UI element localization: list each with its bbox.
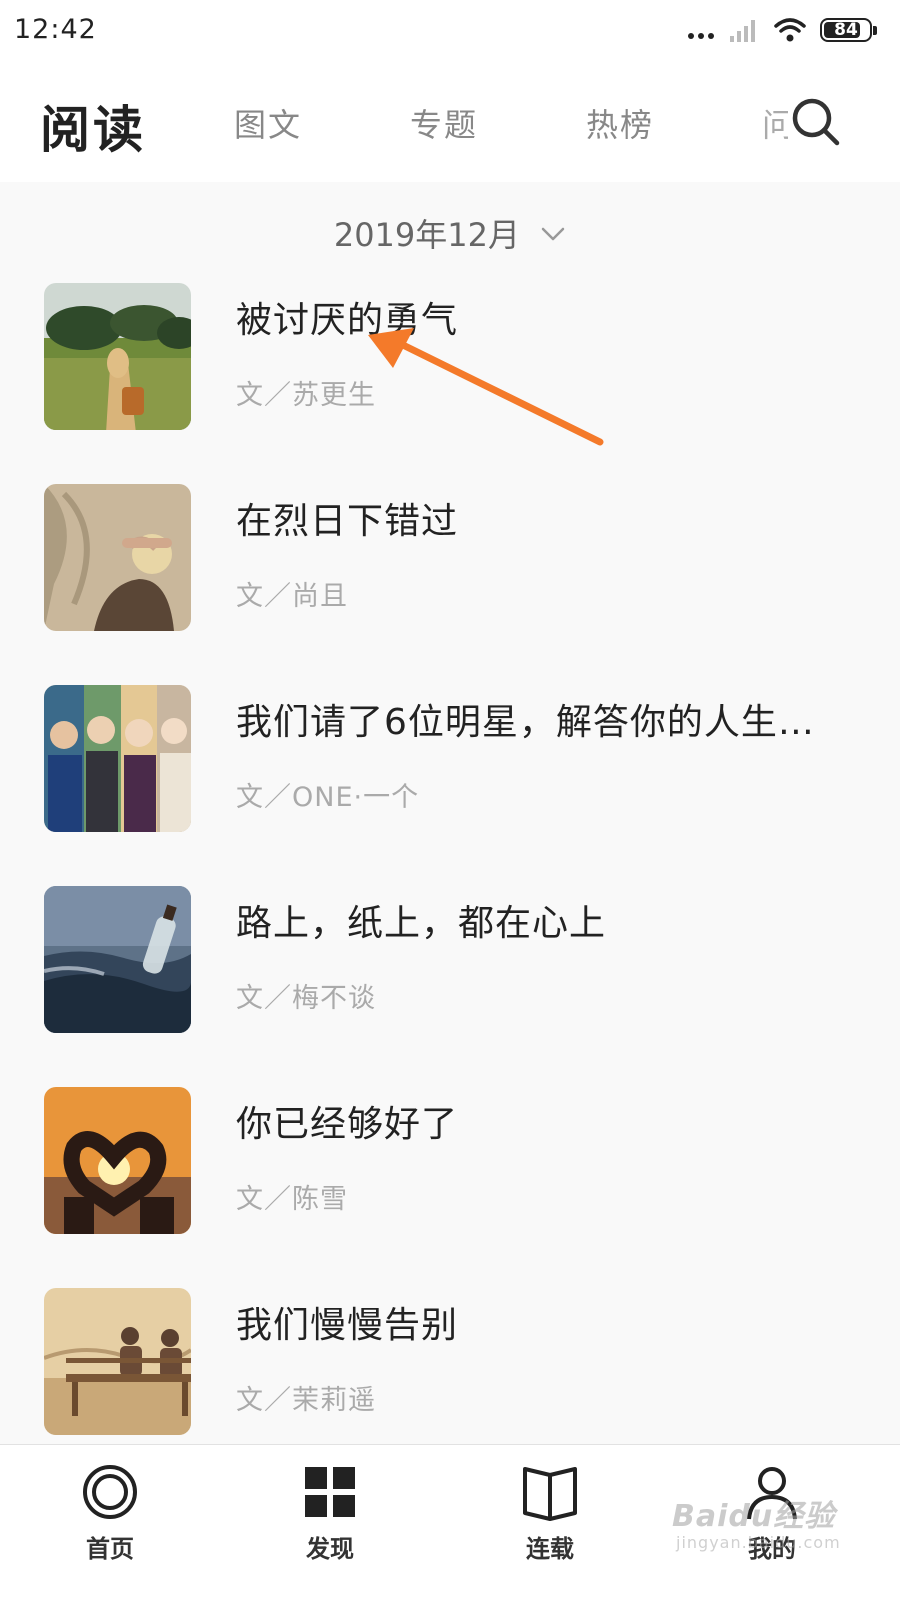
article-thumbnail: [44, 1288, 191, 1435]
article-title: 我们慢慢告别: [236, 1305, 459, 1346]
article-thumbnail: [44, 283, 191, 430]
tab-rebang[interactable]: 热榜: [586, 100, 654, 146]
nav-label: 首页: [86, 1535, 134, 1563]
page-title: 阅读: [40, 101, 146, 159]
article-author: 文／陈雪: [236, 1184, 348, 1215]
status-bar: 12:42 84: [0, 0, 900, 62]
article-title: 在烈日下错过: [236, 501, 459, 542]
article-author: 文／梅不谈: [236, 983, 376, 1014]
list-item[interactable]: 在烈日下错过 文／尚且: [0, 484, 900, 634]
home-icon: [83, 1465, 137, 1519]
article-title: 我们请了6位明星，解答你的人生…: [236, 702, 815, 743]
search-button[interactable]: [790, 96, 842, 148]
nav-home[interactable]: 首页: [50, 1463, 170, 1564]
nav-serial[interactable]: 连载: [490, 1463, 610, 1564]
article-thumbnail: [44, 886, 191, 1033]
bottom-nav: 首页 发现 连载 我的 Baidu经验 jingyan.baidu.com: [0, 1444, 900, 1600]
grid-icon: [305, 1467, 355, 1517]
article-author: 文／ONE·一个: [236, 782, 420, 813]
book-icon: [523, 1467, 577, 1521]
watermark-sub: jingyan.baidu.com: [676, 1533, 841, 1552]
article-thumbnail: [44, 484, 191, 631]
header: 阅读 图文 专题 热榜 问: [0, 62, 900, 182]
article-title: 你已经够好了: [236, 1104, 459, 1145]
battery-level: 84: [834, 20, 858, 40]
tab-zhuanti[interactable]: 专题: [410, 100, 478, 146]
status-icons: 84: [688, 14, 877, 46]
tab-wen[interactable]: 问: [762, 100, 788, 146]
watermark: Baidu经验: [672, 1499, 836, 1534]
tab-tuwen[interactable]: 图文: [234, 100, 302, 146]
article-thumbnail: [44, 685, 191, 832]
article-author: 文／茉莉遥: [236, 1385, 376, 1416]
more-dots-icon: [688, 17, 714, 43]
list-item[interactable]: 路上，纸上，都在心上 文／梅不谈: [0, 886, 900, 1036]
month-label: 2019年12月: [333, 216, 520, 254]
chevron-down-icon: [541, 227, 565, 241]
nav-label: 发现: [306, 1535, 354, 1563]
list-item[interactable]: 我们请了6位明星，解答你的人生… 文／ONE·一个: [0, 685, 900, 835]
article-author: 文／苏更生: [236, 380, 376, 411]
article-thumbnail: [44, 1087, 191, 1234]
wifi-icon: [774, 18, 806, 42]
list-item[interactable]: 你已经够好了 文／陈雪: [0, 1087, 900, 1237]
article-title: 路上，纸上，都在心上: [236, 903, 607, 944]
search-icon: [792, 98, 840, 146]
battery-icon: 84: [820, 18, 877, 42]
list-item[interactable]: 被讨厌的勇气 文／苏更生: [0, 283, 900, 433]
list-item[interactable]: 我们慢慢告别 文／茉莉遥: [0, 1288, 900, 1438]
article-author: 文／尚且: [236, 581, 348, 612]
status-time: 12:42: [14, 14, 97, 45]
article-title: 被讨厌的勇气: [236, 300, 459, 341]
month-selector[interactable]: 2019年12月: [0, 210, 900, 256]
signal-icon: [730, 20, 755, 42]
nav-discover[interactable]: 发现: [270, 1463, 390, 1564]
nav-label: 连载: [526, 1535, 574, 1563]
